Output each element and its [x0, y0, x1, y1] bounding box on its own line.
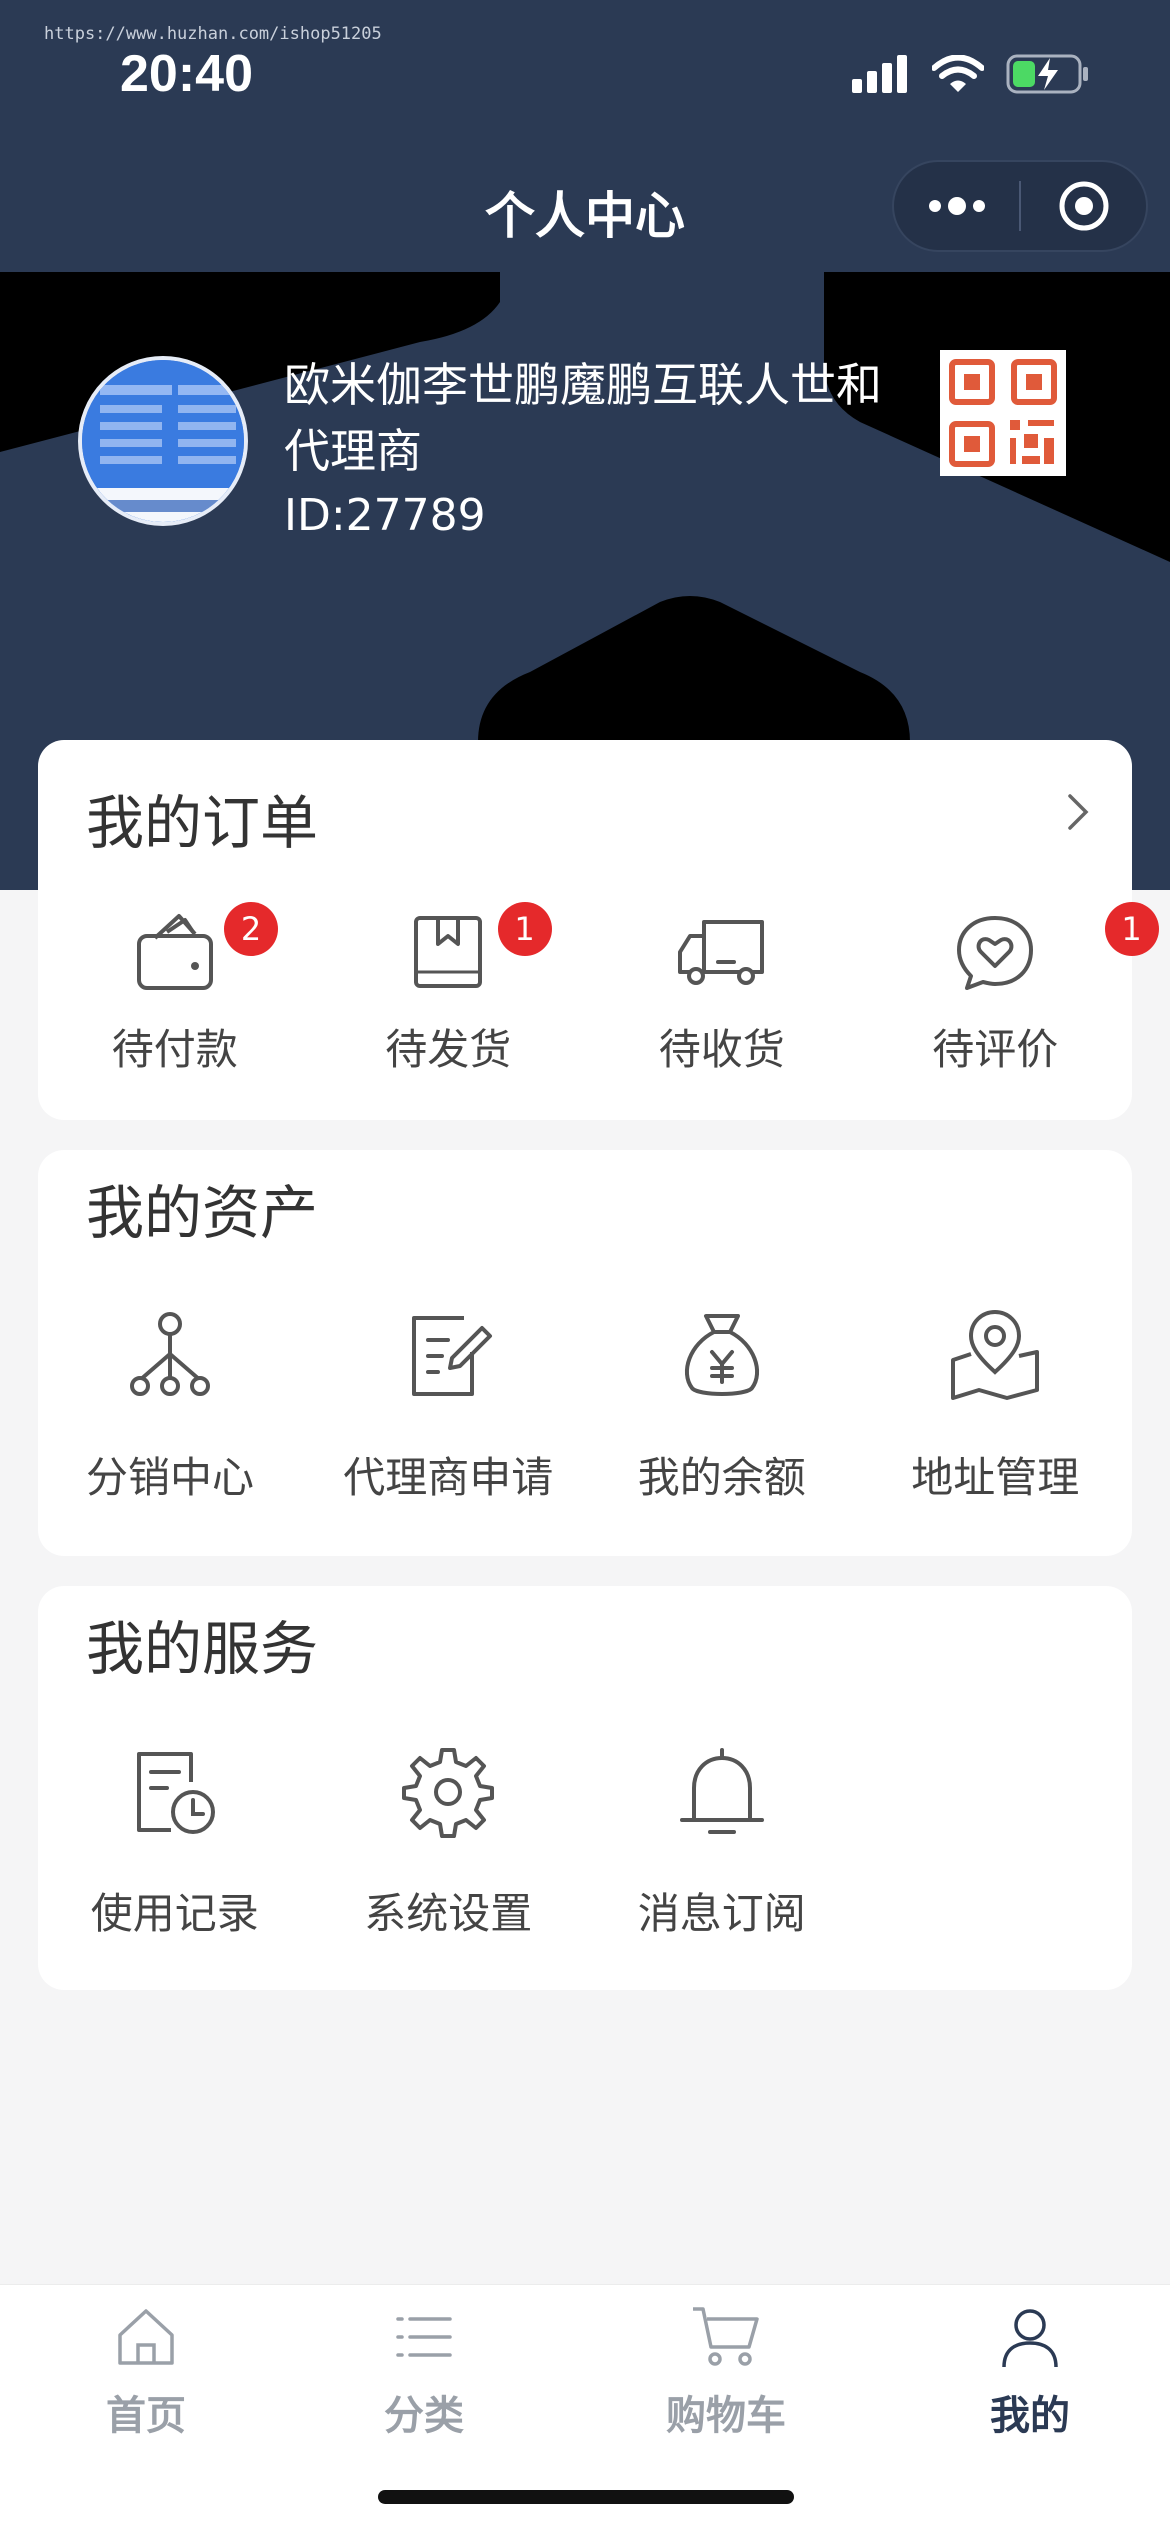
tab-category[interactable]: 分类 — [278, 2285, 570, 2441]
home-indicator — [378, 2490, 794, 2504]
tab-label: 首页 — [106, 2393, 186, 2439]
order-status-pending-receipt[interactable]: 待收货 — [585, 910, 859, 1077]
assets-title: 我的资产 — [86, 1179, 319, 1247]
service-label: 系统设置 — [364, 1889, 533, 1938]
badge-count: 1 — [1104, 902, 1159, 956]
tab-cart[interactable]: 购物车 — [580, 2285, 872, 2441]
network-icon — [130, 1312, 210, 1396]
service-system-settings[interactable]: 系统设置 — [312, 1746, 586, 1941]
avatar-image — [82, 360, 244, 522]
bell-icon — [679, 1748, 764, 1834]
target-close-icon — [1059, 181, 1108, 231]
asset-label: 我的余额 — [637, 1453, 806, 1502]
asset-label: 分销中心 — [86, 1453, 255, 1502]
chevron-right-icon[interactable] — [1066, 792, 1090, 832]
edit-doc-icon — [412, 1316, 493, 1396]
asset-label: 地址管理 — [911, 1453, 1080, 1502]
qr-code-button[interactable] — [940, 350, 1066, 476]
tab-label: 购物车 — [666, 2393, 786, 2439]
order-status-pending-shipment[interactable]: 待发货 1 — [312, 902, 586, 1077]
services-title: 我的服务 — [86, 1615, 319, 1683]
order-status-label: 待收货 — [658, 1025, 785, 1074]
services-card: 我的服务 使用记录 系统设置 消息订阅 — [38, 1586, 1132, 1990]
avatar[interactable] — [78, 356, 248, 526]
asset-agent-application[interactable]: 代理商申请 — [312, 1310, 586, 1505]
services-grid: 使用记录 系统设置 消息订阅 — [38, 1746, 1132, 1941]
tab-home[interactable]: 首页 — [0, 2285, 292, 2441]
wallet-icon — [136, 914, 213, 990]
order-status-label: 待评价 — [932, 1025, 1059, 1074]
service-label: 使用记录 — [90, 1889, 259, 1938]
asset-address-management[interactable]: 地址管理 — [859, 1310, 1133, 1505]
assets-card: 我的资产 分销中心 代理商申请 我的余额 地址管理 — [38, 1150, 1132, 1556]
watermark-url: https://www.huzhan.com/ishop51205 — [44, 24, 382, 44]
asset-my-balance[interactable]: 我的余额 — [585, 1310, 859, 1505]
user-icon — [1002, 2309, 1058, 2368]
status-time: 20:40 — [120, 45, 253, 103]
cart-icon — [693, 2307, 759, 2366]
user-id: ID:27789 — [284, 490, 486, 541]
heart-chat-icon — [957, 916, 1034, 990]
package-icon — [414, 916, 483, 988]
orders-title: 我的订单 — [86, 789, 319, 857]
list-icon — [396, 2317, 452, 2357]
tab-label: 分类 — [384, 2393, 464, 2439]
asset-label: 代理商申请 — [343, 1453, 554, 1502]
order-status-pending-payment[interactable]: 待付款 2 — [38, 902, 312, 1077]
money-bag-icon — [684, 1314, 759, 1396]
more-button[interactable] — [894, 162, 1019, 250]
order-status-pending-review[interactable]: 待评价 1 — [859, 902, 1159, 1077]
orders-card: 我的订单 待付款 2 待发货 1 待收货 待评价 1 — [38, 740, 1159, 1120]
qr-code-icon — [949, 359, 1057, 467]
miniprogram-capsule — [892, 160, 1148, 252]
home-icon — [118, 2309, 174, 2365]
battery-icon — [1006, 54, 1088, 94]
tab-label: 我的 — [990, 2393, 1070, 2439]
orders-grid: 待付款 2 待发货 1 待收货 待评价 1 — [38, 902, 1159, 1077]
service-message-subscription[interactable]: 消息订阅 — [585, 1746, 859, 1941]
order-status-label: 待付款 — [111, 1025, 238, 1074]
asset-distribution-center[interactable]: 分销中心 — [38, 1310, 312, 1505]
truck-icon — [677, 920, 764, 985]
close-miniprogram-button[interactable] — [1021, 162, 1146, 250]
wifi-icon — [932, 55, 984, 92]
record-clock-icon — [136, 1752, 215, 1834]
service-usage-records[interactable]: 使用记录 — [38, 1746, 312, 1941]
status-icons — [852, 54, 1090, 94]
signal-icon — [852, 55, 907, 93]
service-label: 消息订阅 — [637, 1889, 806, 1938]
badge-count: 1 — [497, 902, 552, 956]
gear-icon — [402, 1748, 495, 1838]
more-dots-icon — [928, 197, 985, 215]
order-status-label: 待发货 — [385, 1025, 512, 1074]
user-name: 欧米伽李世鹏魔鹏互联人世和代理商 — [284, 358, 882, 478]
location-map-icon — [951, 1310, 1040, 1400]
assets-grid: 分销中心 代理商申请 我的余额 地址管理 — [38, 1310, 1132, 1505]
tab-mine[interactable]: 我的 — [884, 2285, 1170, 2441]
badge-count: 2 — [224, 902, 278, 956]
